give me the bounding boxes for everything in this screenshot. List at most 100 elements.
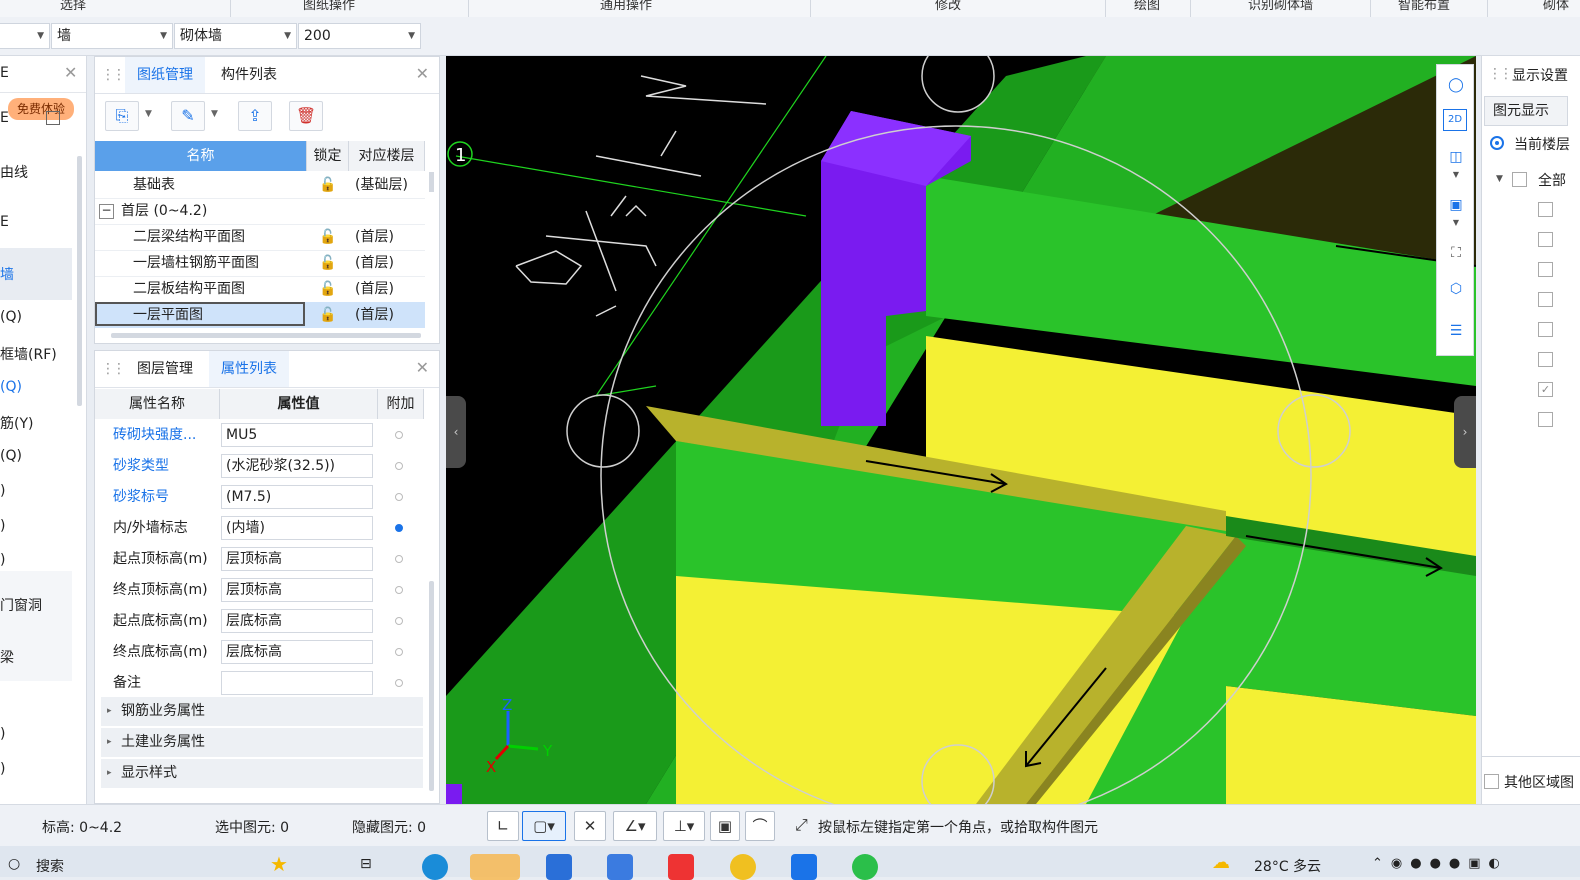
collapse-right-button[interactable]: › (1454, 396, 1476, 468)
sidebar-item-masonry[interactable]: (Q) (0, 379, 22, 395)
ribbon-group-masonry[interactable]: 砌体 (1543, 0, 1569, 13)
tab-property-list[interactable]: 属性列表 (209, 351, 289, 387)
current-floor-radio[interactable] (1490, 136, 1504, 150)
view-cube-icon[interactable]: ▣ (1443, 193, 1469, 217)
attach-indicator[interactable] (395, 617, 403, 625)
property-row[interactable]: 起点顶标高(m) 层顶标高 (95, 544, 425, 575)
sidebar-item-beam[interactable]: 梁 (0, 647, 14, 667)
free-trial-badge[interactable]: 免费体验 (8, 98, 74, 120)
checkbox-other-area[interactable] (1484, 774, 1499, 789)
property-value-field[interactable]: MU5 (221, 423, 373, 447)
store-icon[interactable] (546, 854, 572, 880)
ortho-button[interactable]: ∟ (487, 811, 519, 841)
property-row[interactable]: 砂浆标号 (M7.5) (95, 482, 425, 513)
sidebar-item-openings[interactable]: 门窗洞 (0, 595, 42, 615)
wechat-icon[interactable] (852, 854, 878, 880)
app-icon[interactable] (730, 854, 756, 880)
ribbon-group-common[interactable]: 通用操作 (600, 0, 652, 13)
attach-indicator[interactable] (395, 648, 403, 656)
delete-drawing-button[interactable]: 🗑 (289, 101, 323, 131)
collapse-left-button[interactable]: ‹ (446, 396, 466, 468)
sidebar-item[interactable]: ) (0, 518, 5, 534)
checkbox-layer[interactable] (1538, 262, 1553, 277)
ribbon-group-draw[interactable]: 绘图 (1134, 0, 1160, 13)
sidebar-scrollbar[interactable] (77, 156, 82, 406)
fullscreen-icon[interactable]: ⛶ (1443, 241, 1469, 265)
report-icon[interactable]: ☰ (1443, 319, 1469, 343)
sidebar-item-wall-selected[interactable]: 墙 (0, 248, 72, 300)
arc-button[interactable]: ⌒ (745, 811, 775, 841)
attach-indicator[interactable] (395, 524, 403, 532)
section-civil-props[interactable]: ▸ 土建业务属性 (101, 728, 423, 757)
taskbar-search[interactable]: 搜索 (36, 856, 64, 876)
ribbon-group-smart[interactable]: 智能布置 (1398, 0, 1450, 13)
column-header-lock[interactable]: 锁定 (307, 141, 349, 171)
table-row[interactable]: 二层板结构平面图 🔓 (首层) (95, 276, 425, 303)
property-value-field[interactable] (221, 671, 373, 695)
view-2d-icon[interactable]: 2D (1443, 109, 1467, 131)
attach-indicator[interactable] (395, 679, 403, 687)
sidebar-item-rebar[interactable]: 筋(Y) (0, 413, 33, 433)
dynamic-input-button[interactable]: ▣ (710, 811, 740, 841)
close-icon[interactable]: ✕ (416, 64, 429, 83)
lock-icon[interactable]: 🔓 (319, 302, 336, 328)
tray-icons[interactable]: ⌃◉●●●▣◐ (1372, 856, 1508, 871)
drag-handle-icon[interactable]: ⋮⋮ (1488, 66, 1513, 82)
property-row[interactable]: 终点底标高(m) 层底标高 (95, 637, 425, 668)
tab-layer-manage[interactable]: 图层管理 (125, 351, 205, 387)
ribbon-group-select[interactable]: 选择 (60, 0, 86, 13)
checkbox-layer[interactable] (1538, 292, 1553, 307)
wps-icon[interactable] (668, 854, 694, 880)
sidebar-item[interactable]: ) (0, 552, 5, 568)
checkbox-layer[interactable] (1538, 232, 1553, 247)
ribbon-group-identify[interactable]: 识别砌体墙 (1248, 0, 1313, 13)
app-icon[interactable] (791, 854, 817, 880)
property-row[interactable]: 内/外墙标志 (内墙) (95, 513, 425, 544)
attach-indicator[interactable] (395, 462, 403, 470)
app-icon[interactable] (607, 854, 633, 880)
property-value-field[interactable]: 层顶标高 (221, 578, 373, 602)
drag-handle-icon[interactable]: ⋮⋮ (101, 67, 126, 83)
sidebar-item-q[interactable]: (Q) (0, 448, 22, 464)
lock-icon[interactable]: 🔓 (319, 276, 336, 302)
export-drawing-button[interactable]: ⇪ (238, 101, 272, 131)
checkbox-layer[interactable] (1538, 412, 1553, 427)
attach-indicator[interactable] (395, 431, 403, 439)
table-row[interactable]: 一层墙柱钢筋平面图 🔓 (首层) (95, 250, 425, 277)
property-row[interactable]: 砂浆类型 (水泥砂浆(32.5)) (95, 451, 425, 482)
property-row[interactable]: 终点顶标高(m) 层顶标高 (95, 575, 425, 606)
close-icon[interactable]: ✕ (64, 63, 77, 82)
tab-drawing-manage[interactable]: 图纸管理 (125, 57, 205, 93)
sidebar-item[interactable]: ) (0, 726, 5, 742)
3d-viewport[interactable]: 1 Z Y X ‹ › (446, 56, 1476, 804)
table-row-selected[interactable]: 一层平面图 🔓 (首层) (95, 302, 425, 328)
thickness-combo[interactable]: 200 ▼ (298, 23, 421, 49)
offset-button[interactable]: ⊥▾ (663, 811, 705, 841)
sidebar-item-column[interactable]: E (0, 214, 9, 230)
collapse-icon[interactable]: − (99, 204, 114, 219)
checkbox-layer-checked[interactable]: ✓ (1538, 382, 1553, 397)
chevron-down-icon[interactable]: ▼ (211, 109, 218, 119)
category-combo[interactable]: 墙 ▼ (51, 23, 173, 49)
tab-component-list[interactable]: 构件列表 (209, 57, 289, 93)
sidebar-item[interactable]: E (0, 110, 9, 126)
horizontal-scrollbar[interactable] (111, 333, 421, 338)
chevron-down-icon[interactable]: ▼ (1496, 174, 1503, 184)
task-view-icon[interactable]: ⊟ (360, 856, 372, 872)
property-value-field[interactable]: (M7.5) (221, 485, 373, 509)
checkbox-layer[interactable] (1538, 352, 1553, 367)
lock-icon[interactable]: 🔓 (319, 224, 336, 250)
scrollbar[interactable] (429, 172, 434, 192)
tab-element-display[interactable]: 图元显示 (1484, 96, 1568, 126)
property-row[interactable]: 砖砌块强度... MU5 (95, 420, 425, 451)
close-icon[interactable]: ✕ (416, 358, 429, 377)
ribbon-group-drawing[interactable]: 图纸操作 (303, 0, 355, 13)
edge-icon[interactable] (422, 854, 448, 880)
sidebar-item-wall-q[interactable]: (Q) (0, 309, 22, 325)
attach-indicator[interactable] (395, 493, 403, 501)
checkbox-layer[interactable] (1538, 322, 1553, 337)
floor-combo[interactable]: ▼ (0, 23, 50, 49)
chevron-down-icon[interactable]: ▼ (1443, 217, 1469, 229)
search-icon[interactable]: ○ (8, 856, 20, 872)
property-value-field[interactable]: 层底标高 (221, 609, 373, 633)
